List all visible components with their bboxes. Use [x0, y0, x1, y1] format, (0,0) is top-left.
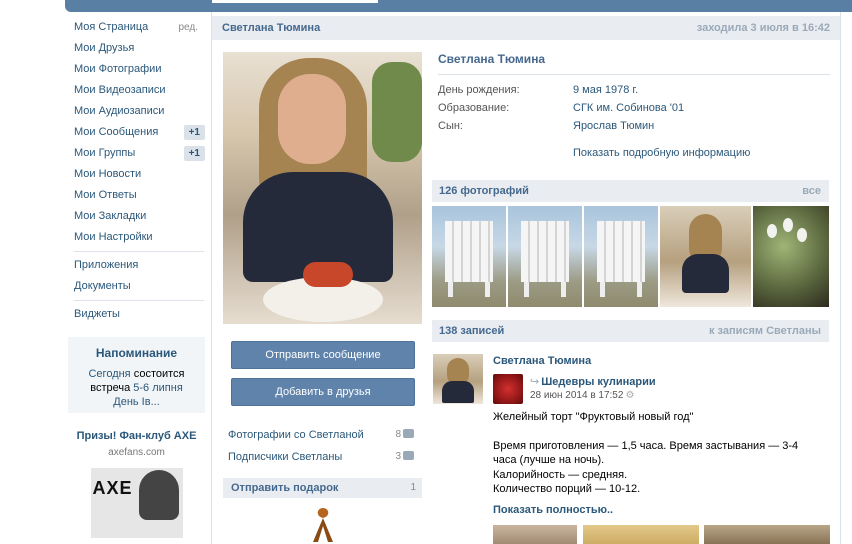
left-nav: Моя Страница ред. Мои Друзья Мои Фотограф… [68, 17, 208, 325]
son-link[interactable]: Ярослав Тюмин [573, 120, 654, 132]
nav-documents[interactable]: Документы [68, 276, 208, 297]
info-son: Сын: Ярослав Тюмин [438, 120, 655, 132]
photo-thumb[interactable] [508, 206, 582, 307]
camera-icon [403, 429, 414, 438]
repost-source-name[interactable]: ↪ Шедевры кулинарии [530, 375, 656, 388]
post-author-name[interactable]: Светлана Тюмина [493, 355, 591, 367]
page-header-name: Светлана Тюмина [222, 22, 321, 34]
post-text: Желейный торт "Фруктовый новый год" Врем… [493, 411, 799, 495]
photos-count[interactable]: 126 фотографий [439, 185, 529, 197]
nav-my-groups[interactable]: Мои Группы +1 [68, 143, 208, 164]
photo-thumb[interactable] [660, 206, 751, 307]
nav-my-page[interactable]: Моя Страница ред. [68, 17, 208, 38]
ad-image[interactable]: AXE [90, 468, 183, 538]
reminder-text: Сегодня состоится встреча 5-6 липня День… [88, 368, 185, 408]
nav-divider [74, 251, 204, 252]
ad-block[interactable]: Призы! Фан-клуб AXE axefans.com AXE [68, 430, 205, 538]
people-icon [403, 451, 414, 460]
photos-header[interactable]: 126 фотографий все [432, 180, 829, 202]
nav-divider [74, 300, 204, 301]
reminder-today-link[interactable]: Сегодня [88, 368, 130, 380]
nav-my-answers[interactable]: Мои Ответы [68, 185, 208, 206]
groups-badge: +1 [183, 146, 205, 161]
repost-icon: ↪ [530, 376, 540, 388]
nav-my-videos[interactable]: Мои Видеозаписи [68, 80, 208, 101]
photos-with-link[interactable]: Фотографии со Светланой 8 [228, 429, 416, 445]
post-image[interactable] [704, 525, 830, 544]
nav-apps[interactable]: Приложения [68, 255, 208, 276]
wall-link[interactable]: к записям Светланы [709, 325, 821, 337]
nav-my-bookmarks[interactable]: Мои Закладки [68, 206, 208, 227]
post-image[interactable] [583, 525, 699, 544]
profile-avatar[interactable] [223, 52, 422, 324]
search-input[interactable] [212, 0, 378, 3]
followers-link[interactable]: Подписчики Светланы 3 [228, 451, 416, 467]
photos-all-link[interactable]: все [802, 185, 821, 197]
wall-header[interactable]: 138 записей к записям Светланы [432, 320, 829, 342]
send-message-button[interactable]: Отправить сообщение [231, 341, 415, 369]
reminder-title: Напоминание [95, 346, 178, 360]
messages-badge: +1 [183, 125, 205, 140]
reminder-box: Напоминание Сегодня состоится встреча 5-… [68, 337, 205, 413]
show-more-link[interactable]: Показать полностью.. [493, 504, 613, 516]
send-gift-header[interactable]: Отправить подарок 1 [223, 478, 422, 498]
nav-widgets[interactable]: Виджеты [68, 304, 208, 325]
gear-icon[interactable]: ⚙ [625, 390, 634, 401]
page-header: Светлана Тюмина заходила 3 июля в 16:42 [212, 16, 840, 40]
reminder-event-link[interactable]: День Ів... [113, 396, 160, 408]
photo-thumb[interactable] [753, 206, 829, 307]
photo-thumb[interactable] [432, 206, 506, 307]
edit-link[interactable]: ред. [178, 17, 198, 38]
nav-my-settings[interactable]: Мои Настройки [68, 227, 208, 248]
info-education: Образование: СГК им. Собинова '01 [438, 102, 685, 114]
show-details-link[interactable]: Показать подробную информацию [573, 147, 750, 159]
info-birthday: День рождения: 9 мая 1978 г. [438, 84, 639, 96]
gift-ribbon-icon[interactable] [303, 504, 343, 544]
photo-thumb[interactable] [584, 206, 658, 307]
ad-title[interactable]: Призы! Фан-клуб AXE [68, 430, 205, 443]
ad-face-image [138, 470, 179, 520]
ad-logo: AXE [92, 478, 133, 498]
education-link[interactable]: СГК им. Собинова '01 [573, 102, 684, 114]
post-date[interactable]: 28 июн 2014 в 17:52 ⚙ [530, 390, 634, 401]
nav-my-audio[interactable]: Мои Аудиозаписи [68, 101, 208, 122]
birthday-link[interactable]: 9 мая 1978 г. [573, 84, 638, 96]
nav-my-photos[interactable]: Мои Фотографии [68, 59, 208, 80]
post-image[interactable] [493, 525, 577, 544]
nav-my-messages[interactable]: Мои Сообщения +1 [68, 122, 208, 143]
info-divider [438, 74, 830, 75]
top-bar [65, 0, 852, 12]
ad-domain: axefans.com [108, 447, 165, 458]
wall-count[interactable]: 138 записей [439, 325, 504, 337]
profile-name: Светлана Тюмина [438, 52, 546, 66]
profile-main: Светлана Тюмина заходила 3 июля в 16:42 … [211, 12, 841, 544]
nav-my-friends[interactable]: Мои Друзья [68, 38, 208, 59]
reminder-date-link[interactable]: 5-6 липня [133, 382, 183, 394]
last-seen-status: заходила 3 июля в 16:42 [696, 22, 830, 34]
repost-source-avatar[interactable] [493, 374, 523, 404]
add-friend-button[interactable]: Добавить в друзья [231, 378, 415, 406]
post-author-avatar[interactable] [433, 354, 483, 404]
nav-my-news[interactable]: Мои Новости [68, 164, 208, 185]
